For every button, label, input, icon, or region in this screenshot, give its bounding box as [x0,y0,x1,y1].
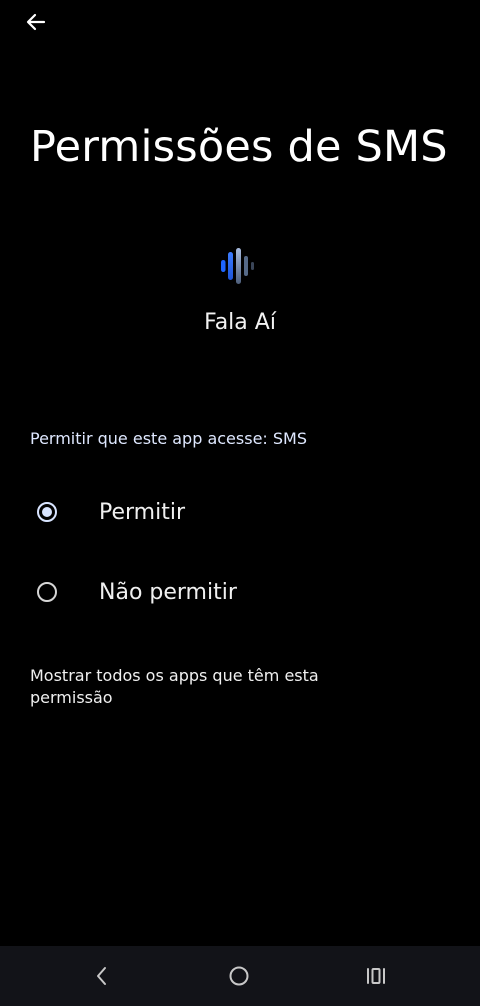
allow-radio-button[interactable] [37,502,57,522]
chevron-left-icon [97,967,106,985]
deny-radio-button[interactable] [37,582,57,602]
system-home-button[interactable] [209,946,269,1006]
system-navigation-bar [0,946,480,1006]
page-title: Permissões de SMS [30,122,448,172]
deny-option-label: Não permitir [99,579,237,605]
show-all-apps-link[interactable]: Mostrar todos os apps que têm esta permi… [30,665,350,709]
radio-selected-dot [42,507,52,517]
app-header: Fala Aí [0,240,480,335]
voice-wave-icon [221,248,254,284]
system-recents-button[interactable] [346,946,406,1006]
recents-icon [367,968,385,984]
allow-option[interactable]: Permitir [0,480,480,544]
arrow-left-icon [26,13,46,31]
allow-option-label: Permitir [99,499,186,525]
deny-option[interactable]: Não permitir [0,560,480,624]
top-bar [0,0,480,44]
permission-question: Permitir que este app acesse: SMS [30,429,307,448]
system-back-button[interactable] [72,946,132,1006]
circle-home-icon [229,966,249,986]
app-name: Fala Aí [204,310,276,335]
back-button[interactable] [18,4,54,40]
